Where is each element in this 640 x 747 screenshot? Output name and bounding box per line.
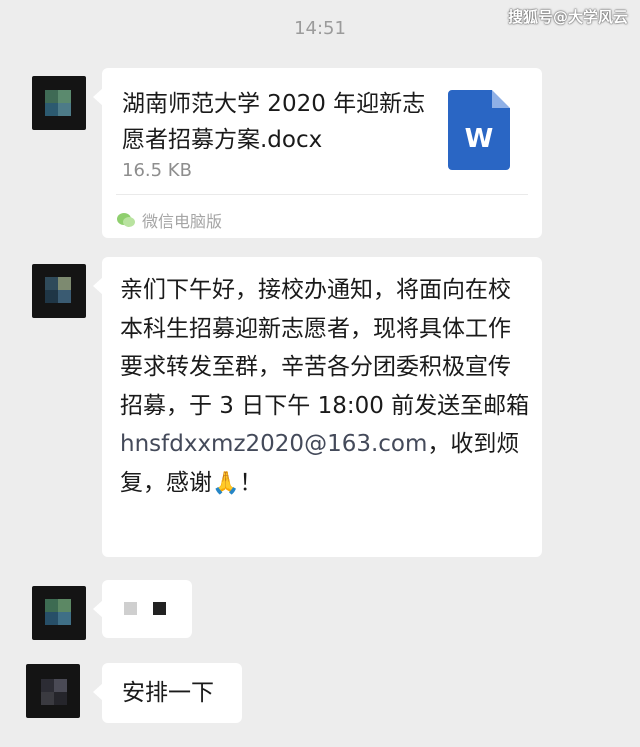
message-timestamp: 14:51 [294, 18, 346, 39]
notice-message-bubble[interactable]: 亲们下午好，接校办通知，将面向在校本科生招募迎新志愿者，现将具体工作要求转发至群… [93, 257, 542, 557]
reply-message-text: 安排一下 [122, 680, 214, 706]
file-source-label: 微信电脑版 [142, 212, 223, 231]
praying-hands-emoji: 🙏 [212, 470, 240, 496]
wechat-icon [117, 213, 135, 227]
notice-text-main: 亲们下午好，接校办通知，将面向在校本科生招募迎新志愿者，现将具体工作要求转发至群… [120, 277, 530, 419]
pixelated-content [124, 602, 166, 615]
word-icon-letter: W [464, 124, 494, 154]
notice-message-text: 亲们下午好，接校办通知，将面向在校本科生招募迎新志愿者，现将具体工作要求转发至群… [120, 271, 530, 503]
sender-avatar[interactable] [32, 76, 86, 130]
reply-message-bubble[interactable]: 安排一下 [93, 663, 242, 723]
file-size: 16.5 KB [122, 160, 192, 181]
file-divider [116, 194, 528, 195]
sender-avatar[interactable] [32, 586, 86, 640]
file-message-bubble[interactable]: 湖南师范大学 2020 年迎新志愿者招募方案.docx 16.5 KB W 微信… [93, 68, 542, 238]
sender-avatar[interactable] [32, 264, 86, 318]
file-name: 湖南师范大学 2020 年迎新志愿者招募方案.docx [122, 91, 426, 153]
file-source: 微信电脑版 [116, 208, 222, 232]
notice-text-end: ！ [239, 469, 263, 496]
email-link[interactable]: hnsfdxxmz2020@163.com [120, 431, 427, 457]
sender-avatar[interactable] [26, 664, 80, 718]
pixelated-message-bubble[interactable] [93, 580, 192, 638]
word-document-icon: W [448, 90, 510, 170]
